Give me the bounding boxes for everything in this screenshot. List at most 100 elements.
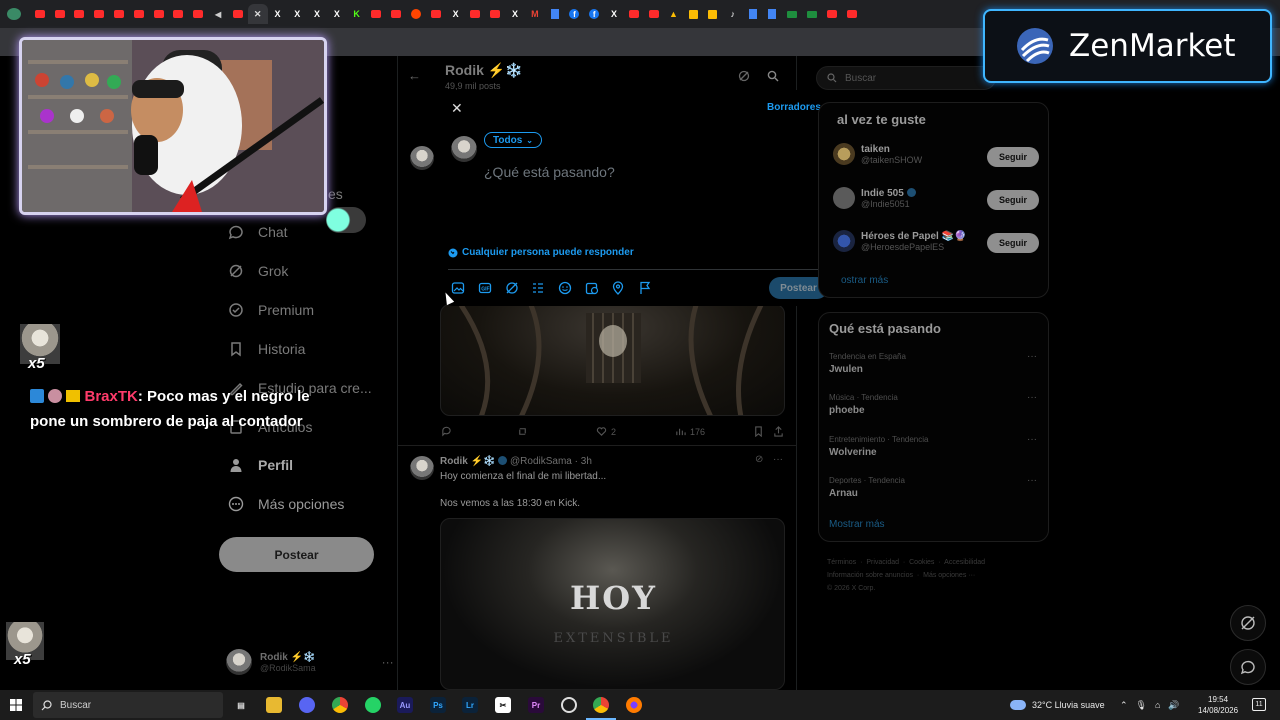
account-more-icon[interactable]: ··· xyxy=(382,655,394,669)
grok-icon[interactable] xyxy=(738,70,750,82)
file-explorer-icon[interactable] xyxy=(266,697,282,713)
account-switcher[interactable]: Rodik ⚡❄️ @RodikSama ··· xyxy=(226,649,394,675)
browser-tab[interactable] xyxy=(525,4,545,24)
show-more-link[interactable]: Mostrar más xyxy=(829,519,885,530)
browser-tab[interactable] xyxy=(446,4,466,24)
bookmark-button[interactable] xyxy=(753,426,764,437)
footer-link[interactable]: Accesibilidad xyxy=(944,559,985,566)
gif-icon[interactable]: GIF xyxy=(478,281,492,295)
nav-item-profile[interactable]: Perfil xyxy=(228,457,293,473)
lightroom-icon[interactable]: Lr xyxy=(462,697,478,713)
notification-icon[interactable]: 11 xyxy=(1252,698,1266,711)
browser-tab[interactable] xyxy=(406,4,426,24)
chrome-icon[interactable] xyxy=(332,697,348,713)
taskbar-search[interactable]: Buscar xyxy=(33,692,223,718)
browser-tab[interactable] xyxy=(485,4,505,24)
browser-tab[interactable] xyxy=(30,4,50,24)
browser-tab[interactable] xyxy=(782,4,802,24)
trend-item[interactable]: Deportes · Tendencia Arnau xyxy=(829,476,905,499)
audience-selector[interactable]: Todos ⌄ xyxy=(484,132,542,148)
browser-tab[interactable] xyxy=(149,4,169,24)
trend-more-icon[interactable]: ··· xyxy=(1027,392,1037,403)
browser-tab[interactable] xyxy=(208,4,228,24)
follow-button[interactable]: Seguir xyxy=(987,233,1039,253)
nav-item-more[interactable]: Más opciones xyxy=(228,496,344,512)
drafts-link[interactable]: Borradores xyxy=(767,102,821,113)
post-image[interactable]: HOY EXTENSIBLE xyxy=(440,518,785,690)
browser-tab[interactable] xyxy=(664,4,684,24)
browser-tab[interactable] xyxy=(505,4,525,24)
follow-button[interactable]: Seguir xyxy=(987,190,1039,210)
trend-item[interactable]: Tendencia en España Jwulen xyxy=(829,352,906,375)
footer-link[interactable]: Cookies xyxy=(909,559,934,566)
network-icon[interactable]: ⌂ xyxy=(1155,700,1160,710)
messages-fab-button[interactable] xyxy=(1230,649,1266,685)
avatar[interactable] xyxy=(410,456,434,480)
browser-tab[interactable] xyxy=(743,4,763,24)
browser-tab[interactable] xyxy=(4,4,24,24)
search-input[interactable]: Buscar xyxy=(816,66,996,90)
firefox-icon[interactable] xyxy=(626,697,642,713)
browser-tab[interactable] xyxy=(802,4,822,24)
browser-tab[interactable] xyxy=(545,4,565,24)
follow-suggestion[interactable]: taiken @taikenSHOW xyxy=(833,143,922,165)
poll-icon[interactable] xyxy=(531,281,545,295)
browser-tab[interactable] xyxy=(50,4,70,24)
browser-tab[interactable] xyxy=(683,4,703,24)
grok-icon[interactable] xyxy=(505,281,519,295)
browser-tab[interactable] xyxy=(762,4,782,24)
photoshop-icon[interactable]: Ps xyxy=(430,697,446,713)
browser-tab[interactable] xyxy=(426,4,446,24)
chevron-up-icon[interactable]: ⌃ xyxy=(1120,700,1128,711)
nav-item-grok[interactable]: Grok xyxy=(228,263,288,279)
volume-icon[interactable]: 🔊 xyxy=(1168,700,1179,711)
follow-button[interactable]: Seguir xyxy=(987,147,1039,167)
image-icon[interactable] xyxy=(451,281,465,295)
trend-more-icon[interactable]: ··· xyxy=(1027,351,1037,362)
nav-item-historia[interactable]: Historia xyxy=(228,341,305,357)
trend-more-icon[interactable]: ··· xyxy=(1027,434,1037,445)
emoji-icon[interactable] xyxy=(558,281,572,295)
follow-suggestion[interactable]: Indie 505 @Indie5051 xyxy=(833,187,916,209)
whatsapp-icon[interactable] xyxy=(365,697,381,713)
browser-tab[interactable] xyxy=(466,4,486,24)
browser-tab[interactable] xyxy=(604,4,624,24)
location-icon[interactable] xyxy=(611,281,625,295)
task-view-icon[interactable]: ▤ xyxy=(233,697,249,713)
views-button[interactable]: 176 xyxy=(675,426,705,437)
premiere-icon[interactable]: Pr xyxy=(528,697,544,713)
search-icon[interactable] xyxy=(767,70,779,82)
browser-tab[interactable] xyxy=(644,4,664,24)
browser-tab[interactable] xyxy=(584,4,604,24)
browser-tab[interactable] xyxy=(129,4,149,24)
browser-tab[interactable] xyxy=(70,4,90,24)
footer-link[interactable]: Información sobre anuncios xyxy=(827,572,913,579)
compose-input[interactable] xyxy=(484,164,804,180)
browser-tab[interactable] xyxy=(169,4,189,24)
browser-tab[interactable] xyxy=(307,4,327,24)
back-arrow-icon[interactable]: ← xyxy=(408,68,421,83)
grok-icon[interactable]: ⊘ xyxy=(755,454,763,465)
nav-item-premium[interactable]: Premium xyxy=(228,302,314,318)
audition-icon[interactable]: Au xyxy=(397,697,413,713)
footer-link[interactable]: Más opciones ··· xyxy=(923,572,975,579)
schedule-icon[interactable] xyxy=(585,281,599,295)
capcut-icon[interactable]: ✂ xyxy=(495,697,511,713)
reply-button[interactable] xyxy=(441,426,452,437)
follow-suggestion[interactable]: Héroes de Papel 📚🔮 @HeroesdePapelES xyxy=(833,230,967,252)
browser-tab[interactable] xyxy=(822,4,842,24)
browser-tab[interactable] xyxy=(228,4,248,24)
browser-tab[interactable] xyxy=(367,4,387,24)
browser-tab[interactable] xyxy=(268,4,288,24)
share-button[interactable] xyxy=(773,426,784,437)
browser-tab[interactable] xyxy=(386,4,406,24)
browser-tab[interactable] xyxy=(565,4,585,24)
browser-tab[interactable] xyxy=(723,4,743,24)
post-image[interactable] xyxy=(440,304,785,416)
avatar[interactable] xyxy=(410,146,434,170)
browser-tab-active[interactable] xyxy=(247,4,268,24)
browser-tab[interactable] xyxy=(287,4,307,24)
grok-fab-button[interactable] xyxy=(1230,605,1266,641)
flag-icon[interactable] xyxy=(638,281,652,295)
close-icon[interactable]: ✕ xyxy=(451,100,463,117)
